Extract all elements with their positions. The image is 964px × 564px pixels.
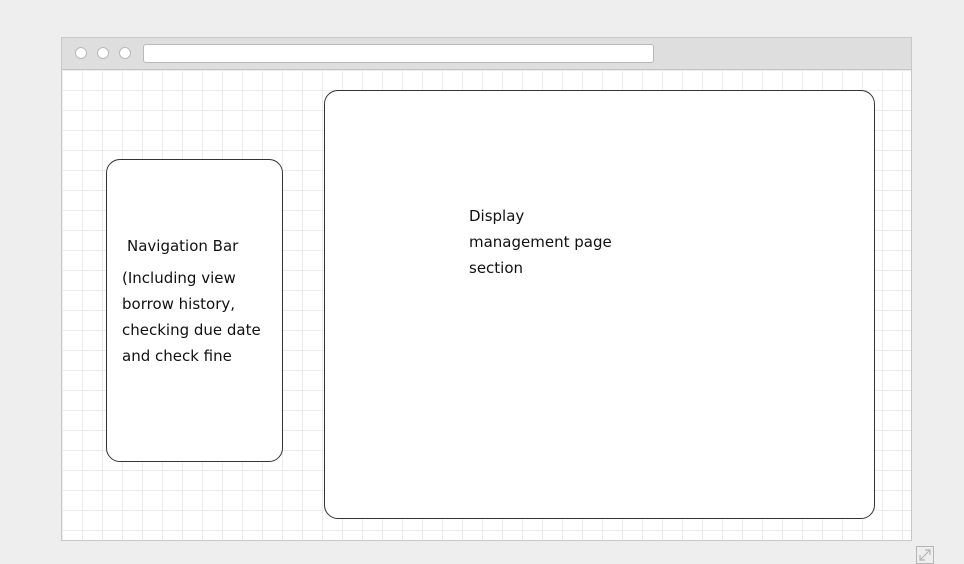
expand-icon[interactable] xyxy=(916,546,934,564)
address-bar[interactable] xyxy=(143,44,654,63)
window-minimize-dot-icon[interactable] xyxy=(97,47,109,59)
display-section-box xyxy=(324,90,875,519)
window-maximize-dot-icon[interactable] xyxy=(119,47,131,59)
display-section-label: Display management page section xyxy=(469,207,612,277)
navigation-bar-title: Navigation Bar xyxy=(127,237,239,255)
window-close-dot-icon[interactable] xyxy=(75,47,87,59)
navigation-bar-description: (Including view borrow history, checking… xyxy=(122,269,261,365)
browser-title-bar xyxy=(62,38,911,70)
